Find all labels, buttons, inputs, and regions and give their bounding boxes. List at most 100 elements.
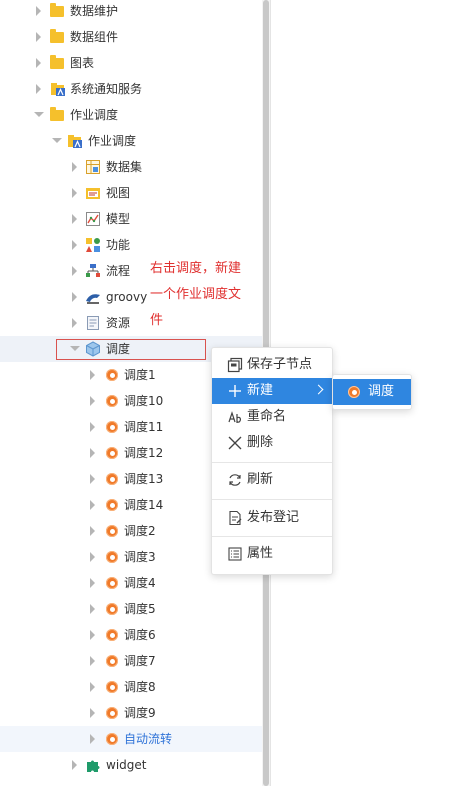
menu-item-new[interactable]: 新建	[212, 378, 332, 404]
expand-caret[interactable]	[72, 162, 77, 172]
expand-caret[interactable]	[36, 6, 41, 16]
submenu-item-schedule[interactable]: 调度	[333, 379, 411, 405]
tree-node-label: 调度9	[124, 706, 156, 720]
tree-node-view[interactable]: 视图	[0, 180, 262, 206]
model-icon	[86, 212, 100, 226]
expand-caret[interactable]	[90, 630, 95, 640]
tree-node-label: 调度10	[124, 394, 164, 408]
expand-caret[interactable]	[90, 370, 95, 380]
gear-icon	[348, 386, 360, 398]
menu-item-label: 重命名	[247, 409, 287, 424]
tree-node-job-schedule-service[interactable]: 作业调度	[0, 128, 262, 154]
expand-caret[interactable]	[72, 240, 77, 250]
submenu-arrow-icon	[313, 384, 324, 395]
menu-item-properties[interactable]: 属性	[212, 541, 332, 567]
tree-node-label: 数据维护	[70, 4, 119, 18]
menu-item-label: 保存子节点	[247, 357, 313, 372]
menu-item-publish-register[interactable]: 发布登记	[212, 505, 332, 531]
expand-caret[interactable]	[72, 760, 77, 770]
tree-node-resource[interactable]: 资源	[0, 310, 262, 336]
tree-node-notification-service[interactable]: 系统通知服务	[0, 76, 262, 102]
folder-icon	[50, 3, 64, 17]
tree-node-schedule-9[interactable]: 调度9	[0, 700, 262, 726]
menu-item-label: 刷新	[247, 472, 274, 487]
expand-caret[interactable]	[72, 292, 77, 302]
tree-node-label: 调度12	[124, 446, 164, 460]
annotation-text-line-2: 一个作业调度文	[150, 287, 242, 302]
menu-item-label: 属性	[247, 546, 274, 561]
tree-node-widget[interactable]: widget	[0, 752, 262, 778]
menu-separator	[212, 499, 332, 500]
gear-icon	[106, 629, 118, 641]
tree-node-schedule-5[interactable]: 调度5	[0, 596, 262, 622]
tree-node-function[interactable]: 功能	[0, 232, 262, 258]
gear-icon	[106, 577, 118, 589]
menu-item-refresh[interactable]: 刷新	[212, 467, 332, 493]
tree-node-schedule-6[interactable]: 调度6	[0, 622, 262, 648]
expand-caret[interactable]	[90, 526, 95, 536]
expand-caret[interactable]	[36, 84, 41, 94]
expand-caret[interactable]	[90, 474, 95, 484]
expand-caret[interactable]	[90, 734, 95, 744]
groovy-icon	[86, 294, 100, 304]
expand-caret[interactable]	[36, 58, 41, 68]
menu-separator	[212, 462, 332, 463]
tree-node-schedule-8[interactable]: 调度8	[0, 674, 262, 700]
tree-node-data-maintenance[interactable]: 数据维护	[0, 0, 262, 24]
gear-icon	[106, 655, 118, 667]
folder-icon	[50, 107, 64, 121]
tree-node-label: 图表	[70, 56, 95, 70]
gear-icon	[106, 603, 118, 615]
annotation-highlight-box	[56, 339, 206, 360]
menu-item-delete[interactable]: 删除	[212, 430, 332, 456]
collapse-caret[interactable]	[34, 112, 44, 117]
dataset-icon	[86, 160, 100, 174]
expand-caret[interactable]	[90, 604, 95, 614]
tree-node-label: 自动流转	[124, 732, 173, 746]
expand-caret[interactable]	[90, 448, 95, 458]
submenu-item-label: 调度	[368, 384, 395, 399]
tree-node-charts[interactable]: 图表	[0, 50, 262, 76]
tree-node-label: widget	[106, 758, 147, 772]
gear-icon	[106, 681, 118, 693]
tree-node-label: 系统通知服务	[70, 82, 143, 96]
tree-node-job-schedule[interactable]: 作业调度	[0, 102, 262, 128]
view-icon	[86, 188, 100, 199]
expand-caret[interactable]	[90, 396, 95, 406]
expand-caret[interactable]	[90, 656, 95, 666]
tree-node-schedule-7[interactable]: 调度7	[0, 648, 262, 674]
puzzle-icon	[87, 760, 100, 772]
tree-node-label: 调度3	[124, 550, 156, 564]
expand-caret[interactable]	[36, 32, 41, 42]
annotation-text-line-3: 件	[150, 313, 164, 328]
expand-caret[interactable]	[90, 500, 95, 510]
properties-icon	[228, 547, 242, 561]
gear-icon	[106, 369, 118, 381]
expand-caret[interactable]	[90, 422, 95, 432]
resource-icon	[87, 316, 99, 330]
tree-node-label: 调度2	[124, 524, 156, 538]
close-icon	[228, 436, 242, 450]
tree-node-data-components[interactable]: 数据组件	[0, 24, 262, 50]
tree-node-dataset[interactable]: 数据集	[0, 154, 262, 180]
tree-node-label: 调度13	[124, 472, 164, 486]
tree-node-auto-transfer[interactable]: 自动流转	[0, 726, 262, 752]
gear-icon	[106, 525, 118, 537]
expand-caret[interactable]	[72, 188, 77, 198]
expand-caret[interactable]	[72, 318, 77, 328]
tree-node-model[interactable]: 模型	[0, 206, 262, 232]
menu-separator	[212, 536, 332, 537]
tree-node-label: 数据集	[106, 160, 143, 174]
collapse-caret[interactable]	[52, 138, 62, 143]
menu-item-save-child-nodes[interactable]: 保存子节点	[212, 352, 332, 378]
gear-icon	[106, 733, 118, 745]
expand-caret[interactable]	[90, 708, 95, 718]
save-node-icon	[227, 357, 243, 373]
expand-caret[interactable]	[72, 214, 77, 224]
expand-caret[interactable]	[90, 552, 95, 562]
expand-caret[interactable]	[90, 682, 95, 692]
menu-item-rename[interactable]: 重命名	[212, 404, 332, 430]
publish-icon	[229, 510, 242, 526]
expand-caret[interactable]	[72, 266, 77, 276]
expand-caret[interactable]	[90, 578, 95, 588]
